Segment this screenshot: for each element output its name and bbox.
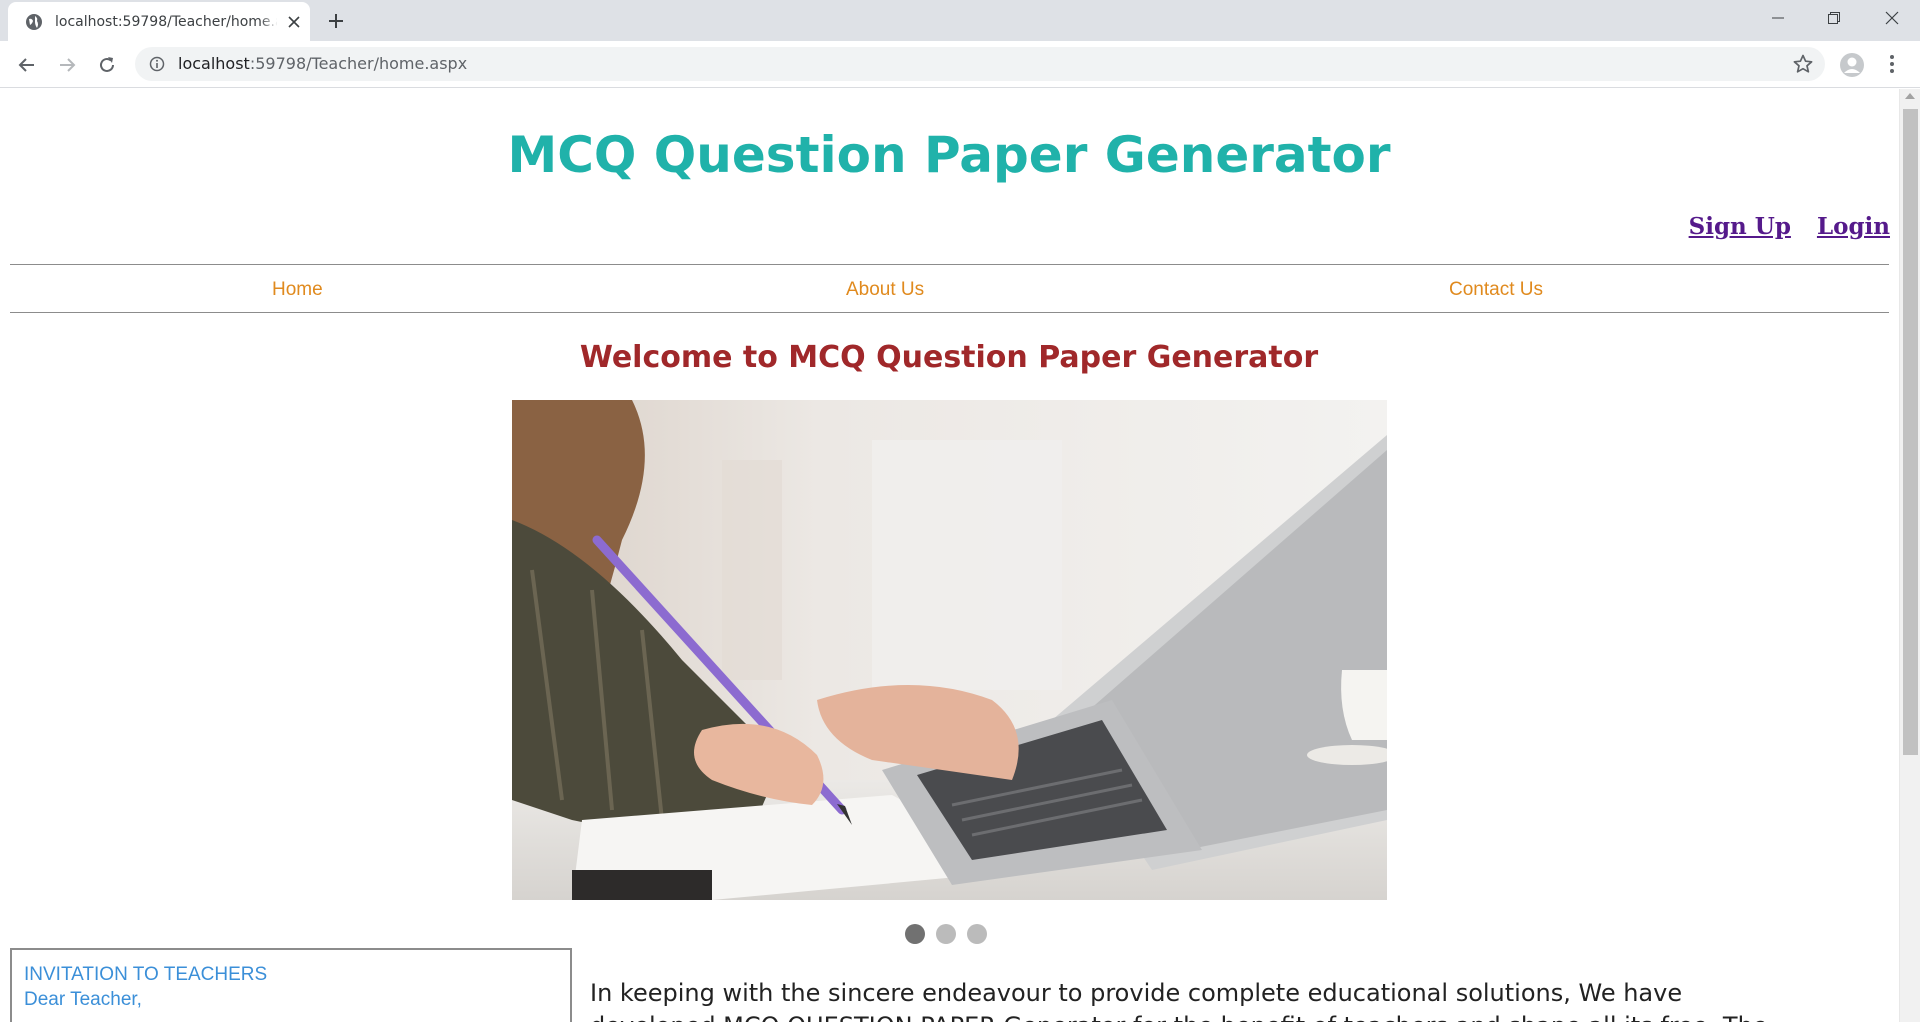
main-nav: Home About Us Contact Us: [10, 264, 1889, 313]
new-tab-icon[interactable]: [326, 11, 346, 31]
intro-line-2: developed MCQ QUESTION PAPER Generator f…: [590, 1010, 1880, 1022]
nav-home[interactable]: Home: [272, 279, 323, 301]
tab-title: localhost:59798/Teacher/home.aspx: [55, 14, 277, 30]
reload-icon: [100, 57, 114, 72]
login-link[interactable]: Login: [1817, 213, 1890, 240]
nav-about-us[interactable]: About Us: [846, 279, 924, 301]
arrow-left-icon: [18, 58, 34, 72]
restore-icon: [1828, 12, 1840, 24]
invitation-greeting: Dear Teacher,: [24, 989, 142, 1010]
minimize-icon: [1772, 17, 1784, 19]
vertical-scrollbar[interactable]: [1899, 89, 1920, 1022]
url-host: localhost: [178, 54, 250, 73]
forward-button[interactable]: [53, 51, 81, 79]
close-icon: [1885, 11, 1899, 25]
welcome-heading: Welcome to MCQ Question Paper Generator: [579, 340, 1319, 375]
intro-line-1: In keeping with the sincere endeavour to…: [590, 979, 1683, 1007]
close-window-button[interactable]: [1864, 0, 1920, 36]
student-laptop-photo: [512, 400, 1387, 900]
close-tab-icon[interactable]: [286, 14, 302, 30]
slide-dot-3[interactable]: [967, 924, 987, 944]
minimize-button[interactable]: [1750, 0, 1806, 36]
more-menu-icon[interactable]: [1881, 53, 1903, 75]
nav-contact-us[interactable]: Contact Us: [1449, 279, 1543, 301]
browser-toolbar: localhost:59798/Teacher/home.aspx: [0, 41, 1920, 88]
auth-links: Sign Up Login: [1689, 213, 1890, 240]
browser-tab[interactable]: localhost:59798/Teacher/home.aspx: [8, 2, 310, 41]
scrollbar-thumb[interactable]: [1903, 109, 1918, 755]
url-text[interactable]: localhost:59798/Teacher/home.aspx: [178, 55, 467, 73]
slideshow-dots: [905, 924, 987, 944]
signup-link[interactable]: Sign Up: [1689, 213, 1791, 240]
back-button[interactable]: [13, 51, 41, 79]
info-icon[interactable]: [149, 56, 165, 72]
invitation-panel: INVITATION TO TEACHERS Dear Teacher,: [10, 948, 572, 1022]
browser-tab-bar: localhost:59798/Teacher/home.aspx: [0, 0, 1920, 41]
arrow-right-icon: [60, 58, 76, 72]
site-title: MCQ Question Paper Generator: [507, 126, 1391, 184]
tab-title-fade: [260, 10, 278, 34]
hero-slide-image: [512, 400, 1387, 900]
invitation-title: INVITATION TO TEACHERS: [24, 964, 268, 985]
bookmark-star-icon[interactable]: [1792, 53, 1814, 75]
intro-paragraph: In keeping with the sincere endeavour to…: [590, 977, 1880, 1022]
globe-icon: [26, 14, 42, 30]
slide-dot-2[interactable]: [936, 924, 956, 944]
reload-button[interactable]: [93, 51, 121, 79]
address-bar[interactable]: localhost:59798/Teacher/home.aspx: [135, 47, 1825, 81]
restore-button[interactable]: [1806, 0, 1862, 36]
profile-avatar-icon[interactable]: [1839, 52, 1865, 78]
page-viewport: MCQ Question Paper Generator Sign Up Log…: [0, 89, 1920, 1022]
slide-dot-1[interactable]: [905, 924, 925, 944]
url-path: :59798/Teacher/home.aspx: [249, 54, 468, 73]
scroll-up-arrow-icon[interactable]: [1905, 93, 1915, 99]
